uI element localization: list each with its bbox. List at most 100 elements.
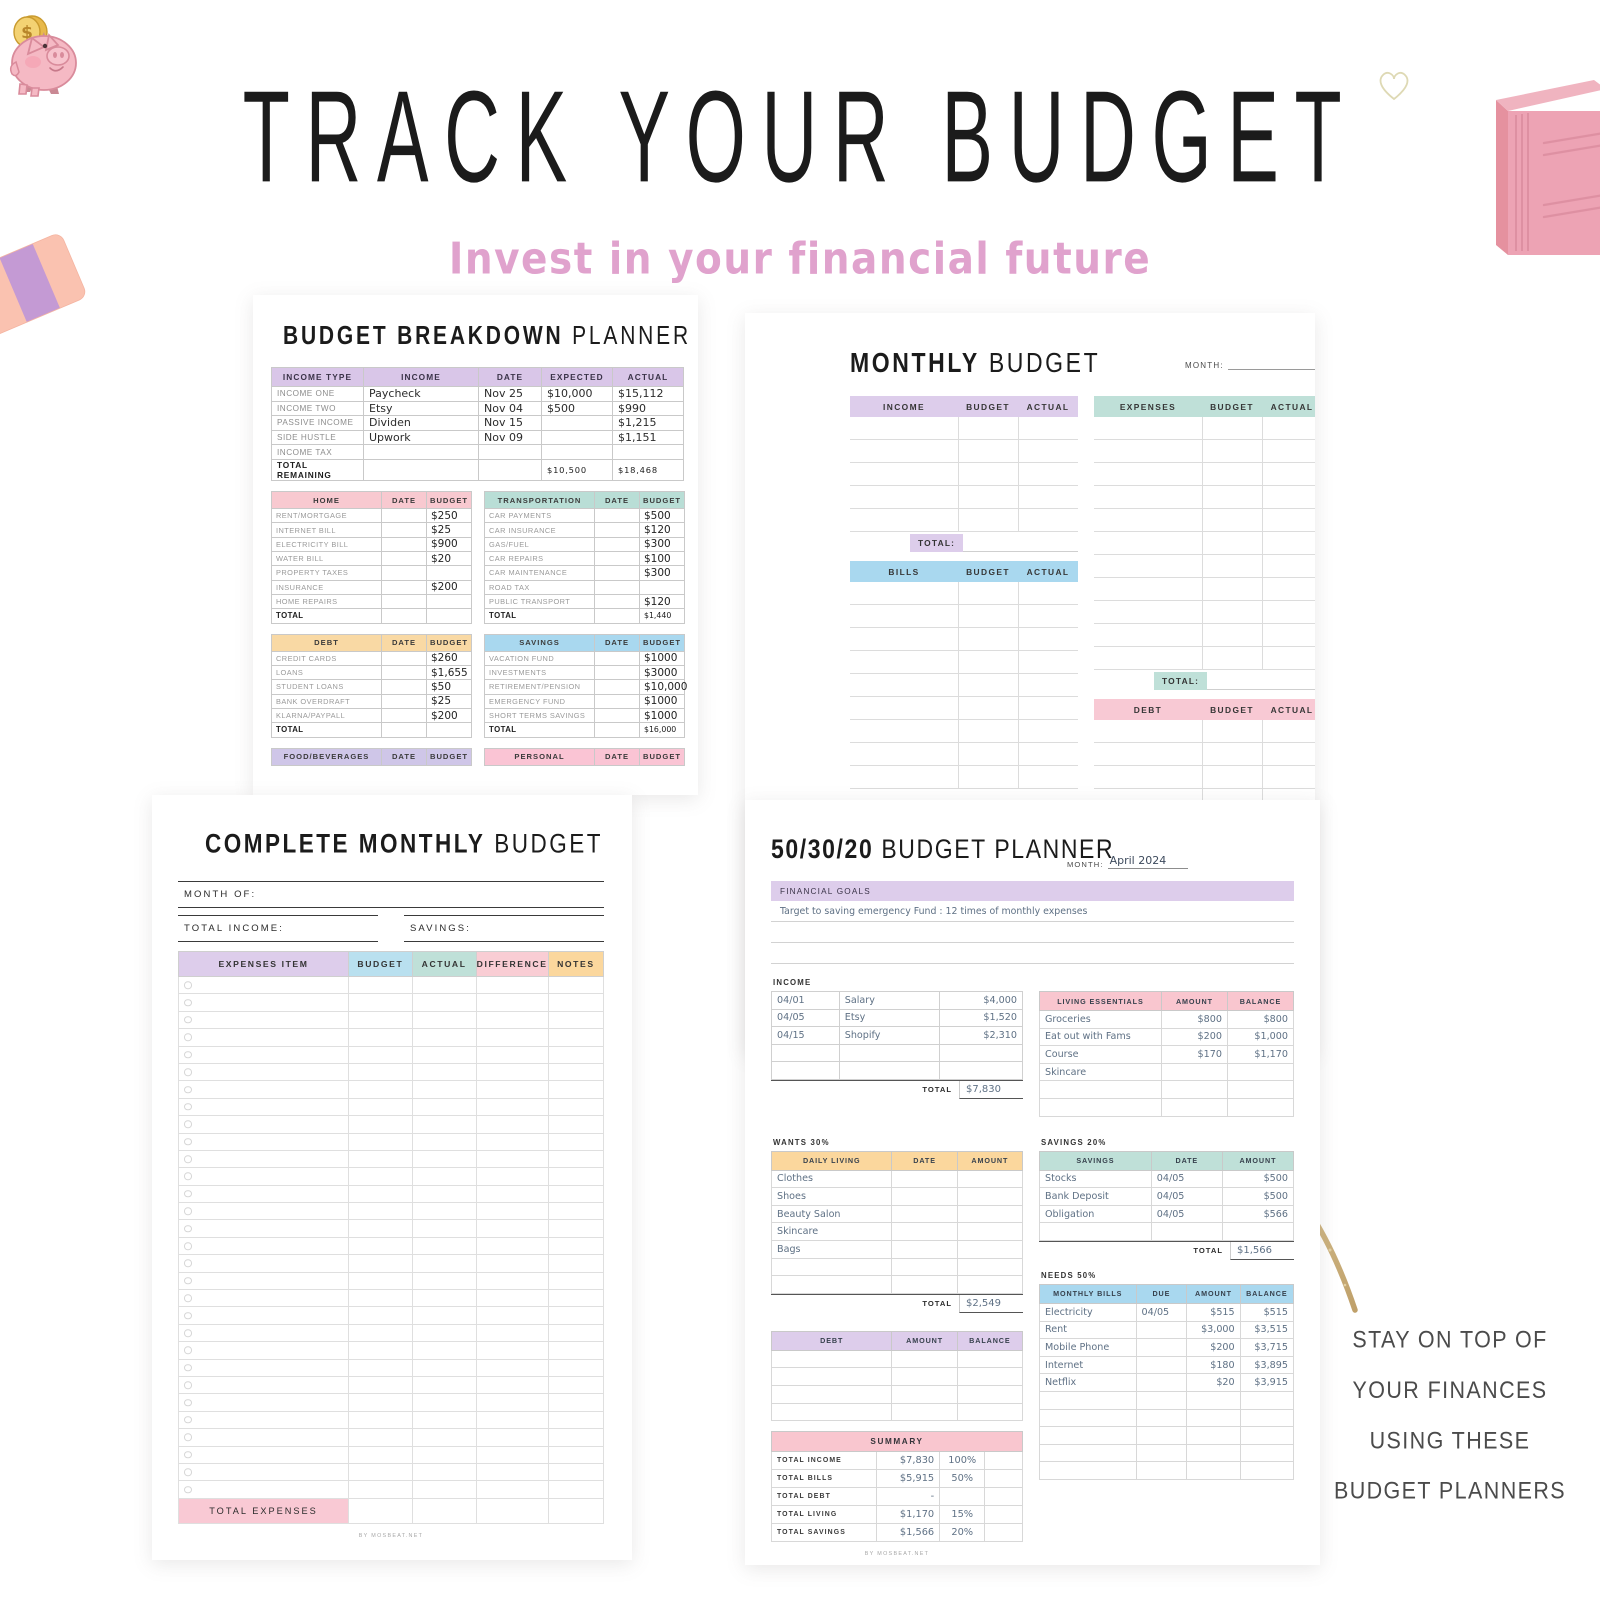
table-cell[interactable] — [838, 1043, 941, 1063]
table-cell[interactable] — [363, 444, 479, 460]
table-row[interactable] — [770, 1384, 1024, 1404]
table-row[interactable]: Beauty Salon — [770, 1204, 1024, 1224]
table-cell[interactable]: $260 — [426, 650, 472, 667]
table-cell[interactable] — [178, 1289, 349, 1308]
table-cell[interactable] — [411, 975, 477, 995]
table-row[interactable]: TOTAL $1,440 — [484, 608, 685, 624]
table-cell[interactable]: $3,895 — [1239, 1355, 1295, 1375]
table-cell[interactable]: $10,000 — [541, 386, 613, 402]
table-cell[interactable] — [348, 1097, 413, 1117]
table-row[interactable] — [1094, 743, 1315, 766]
table-cell[interactable] — [1018, 697, 1078, 719]
table-row[interactable]: RENT/MORTGAGE $250 — [271, 508, 472, 524]
monthly-budget-month-field[interactable]: MONTH: — [1185, 361, 1315, 370]
table-cell[interactable] — [1262, 647, 1315, 669]
table-cell[interactable] — [1186, 1408, 1241, 1428]
table-cell[interactable] — [348, 1428, 413, 1447]
table-cell[interactable]: $1,520 — [939, 1008, 1023, 1028]
table-cell[interactable] — [958, 509, 1018, 531]
table-cell[interactable] — [1239, 1408, 1295, 1428]
table-cell[interactable] — [411, 1062, 477, 1082]
table-cell[interactable] — [541, 429, 613, 446]
table-cell[interactable] — [475, 993, 549, 1012]
table-row[interactable] — [178, 1254, 605, 1273]
table-cell[interactable] — [348, 993, 413, 1012]
table-cell[interactable] — [541, 444, 613, 460]
table-cell[interactable] — [547, 1167, 605, 1186]
table-cell[interactable]: TOTAL REMAINING — [271, 458, 364, 481]
table-cell[interactable] — [411, 1115, 477, 1134]
table-cell[interactable]: CAR REPAIRS — [484, 551, 595, 567]
table-cell[interactable] — [1039, 1443, 1137, 1463]
table-cell[interactable] — [475, 1497, 549, 1524]
table-cell[interactable]: TOTAL — [484, 722, 595, 738]
table-row[interactable]: INSURANCE $200 — [271, 579, 472, 595]
table-cell[interactable] — [770, 1257, 893, 1277]
table-cell[interactable] — [1018, 628, 1078, 650]
table-row[interactable] — [178, 1375, 605, 1395]
table-cell[interactable]: CAR INSURANCE — [484, 522, 595, 538]
table-cell[interactable] — [958, 628, 1018, 650]
table-row[interactable]: INCOME TAX — [271, 444, 684, 460]
table-row[interactable] — [178, 1236, 605, 1256]
table-cell[interactable]: Etsy — [838, 1008, 941, 1028]
table-cell[interactable] — [1018, 417, 1078, 439]
table-cell[interactable] — [956, 1402, 1024, 1422]
table-row[interactable]: BANK OVERDRAFT $25 — [271, 693, 472, 709]
table-cell[interactable]: $500 — [1221, 1169, 1295, 1189]
table-cell[interactable] — [411, 1010, 477, 1030]
table-cell[interactable] — [475, 975, 549, 995]
table-cell[interactable] — [547, 1428, 605, 1447]
table-cell[interactable] — [1262, 720, 1315, 742]
table-cell[interactable] — [475, 1393, 549, 1412]
table-cell[interactable]: Bank Deposit — [1039, 1187, 1152, 1206]
table-cell[interactable] — [348, 1132, 413, 1151]
table-cell[interactable] — [381, 579, 427, 595]
table-cell[interactable] — [1262, 578, 1315, 600]
table-cell[interactable] — [547, 1080, 605, 1099]
table-cell[interactable] — [547, 1062, 605, 1082]
table-cell[interactable] — [178, 1149, 349, 1169]
table-cell[interactable]: TOTAL — [484, 608, 595, 624]
summary-blank[interactable] — [984, 1523, 1023, 1543]
table-cell[interactable] — [594, 508, 640, 524]
table-cell[interactable] — [958, 440, 1018, 462]
table-cell[interactable] — [178, 993, 349, 1012]
table-cell[interactable] — [1039, 1080, 1162, 1099]
table-cell[interactable] — [178, 1445, 349, 1464]
table-cell[interactable] — [958, 605, 1018, 627]
table-row[interactable] — [1094, 647, 1315, 670]
table-cell[interactable] — [956, 1222, 1024, 1241]
table-cell[interactable]: Electricity — [1039, 1302, 1137, 1322]
table-cell[interactable] — [547, 1149, 605, 1169]
table-cell[interactable]: TOTAL — [271, 608, 382, 624]
table-row[interactable] — [850, 697, 1078, 720]
table-cell[interactable] — [381, 593, 427, 610]
table-row[interactable]: ROAD TAX — [484, 579, 685, 595]
table-cell[interactable]: $15,112 — [612, 386, 684, 402]
table-cell[interactable]: $200 — [426, 707, 472, 724]
table-cell[interactable] — [411, 1271, 477, 1291]
table-cell[interactable]: PUBLIC TRANSPORT — [484, 593, 595, 610]
table-cell[interactable] — [594, 665, 640, 681]
table-cell[interactable] — [1018, 743, 1078, 765]
table-cell[interactable] — [178, 1080, 349, 1099]
table-row[interactable]: 04/15 Shopify $2,310 — [771, 1026, 1023, 1045]
table-cell[interactable] — [381, 679, 427, 695]
table-cell[interactable] — [547, 1184, 605, 1204]
table-cell[interactable] — [547, 1410, 605, 1430]
table-row[interactable] — [1094, 720, 1315, 743]
table-cell[interactable] — [1202, 624, 1262, 646]
table-cell[interactable] — [411, 1375, 477, 1395]
table-row[interactable]: Clothes — [770, 1169, 1024, 1189]
table-cell[interactable]: $10,500 — [541, 458, 613, 481]
table-row[interactable] — [1094, 578, 1315, 601]
table-cell[interactable] — [850, 486, 958, 508]
table-cell[interactable] — [348, 1010, 413, 1030]
table-cell[interactable] — [547, 1028, 605, 1047]
table-cell[interactable] — [411, 1445, 477, 1464]
table-cell[interactable] — [411, 1410, 477, 1430]
table-row[interactable]: TOTAL — [271, 608, 472, 624]
table-row[interactable]: Internet $180 $3,895 — [1039, 1355, 1295, 1375]
table-cell[interactable] — [1239, 1461, 1295, 1480]
